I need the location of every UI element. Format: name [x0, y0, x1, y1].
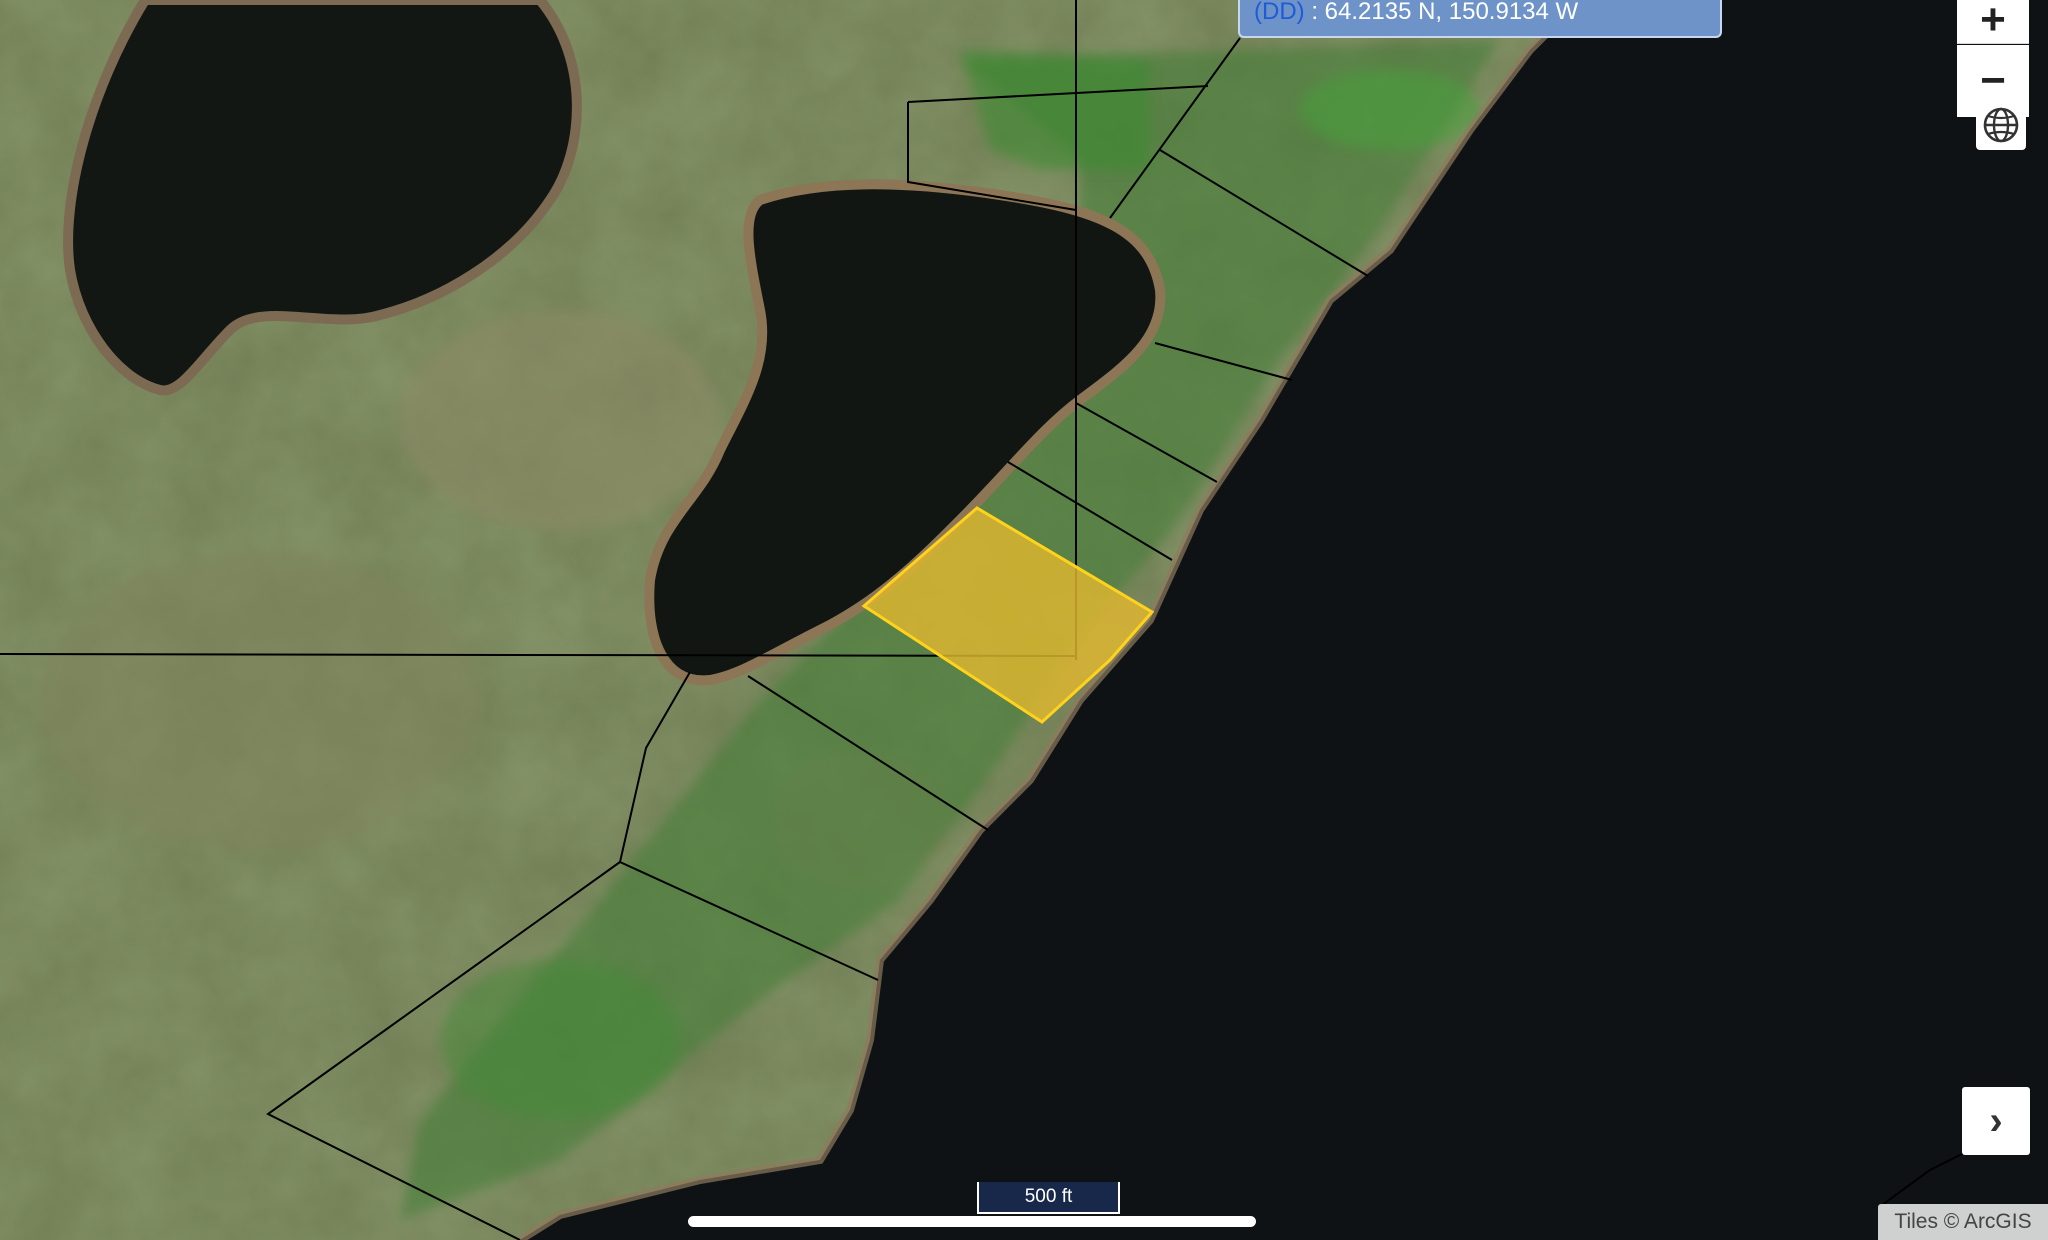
coordinate-format-label: (DD) — [1254, 0, 1305, 25]
satellite-map[interactable] — [0, 0, 2048, 1240]
map-attribution: Tiles © ArcGIS — [1878, 1204, 2048, 1240]
attribution-text: Tiles © ArcGIS — [1894, 1210, 2032, 1233]
coordinate-value: 64.2135 N, 150.9134 W — [1324, 0, 1579, 25]
basemap-toggle-button[interactable] — [1976, 100, 2026, 150]
scale-label: 500 ft — [1024, 1186, 1073, 1207]
home-indicator[interactable] — [688, 1216, 1256, 1227]
chevron-right-icon: › — [1989, 1098, 2003, 1143]
coordinate-readout: (DD) : 64.2135 N, 150.9134 W — [1238, 0, 1722, 38]
minus-icon: − — [1980, 56, 2006, 105]
scale-bar: 500 ft — [977, 1182, 1120, 1214]
coordinate-separator: : — [1304, 0, 1325, 25]
plus-icon: + — [1980, 0, 2006, 44]
expand-panel-button[interactable]: › — [1962, 1087, 2030, 1155]
zoom-in-button[interactable]: + — [1957, 0, 2029, 44]
globe-icon — [1983, 107, 2019, 143]
